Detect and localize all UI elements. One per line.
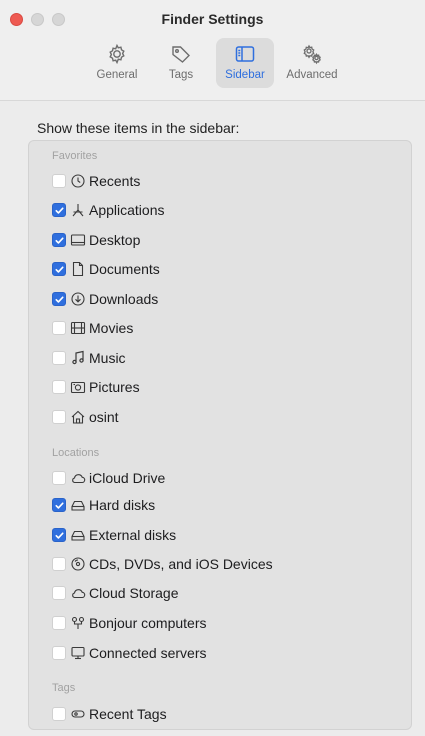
checkbox[interactable] [52, 321, 66, 335]
hard-disk-icon [70, 497, 86, 513]
sidebar-item-applications[interactable]: Applications [52, 199, 165, 221]
sidebar-item-label: Movies [89, 320, 134, 336]
sidebar-item-bonjour-computers[interactable]: Bonjour computers [52, 612, 207, 634]
sidebar-item-label: Downloads [89, 291, 159, 307]
gears-icon [303, 44, 321, 65]
tab-sidebar[interactable]: Sidebar [216, 38, 274, 88]
sidebar-icon [235, 46, 255, 62]
sidebar-item-label: CDs, DVDs, and iOS Devices [89, 556, 273, 572]
sidebar-item-movies[interactable]: Movies [52, 317, 133, 339]
checkbox[interactable] [52, 471, 66, 485]
sidebar-item-label: Recents [89, 173, 141, 189]
sidebar-item-connected-servers[interactable]: Connected servers [52, 642, 207, 664]
checkbox[interactable] [52, 203, 66, 217]
sidebar-item-recent-tags[interactable]: Recent Tags [52, 703, 167, 725]
settings-toolbar: General Tags Sidebar Advanced [88, 38, 344, 88]
checkbox[interactable] [52, 351, 66, 365]
download-icon [70, 291, 86, 307]
tab-tags[interactable]: Tags [152, 38, 210, 88]
section-tags-title: Tags [52, 682, 76, 694]
tab-advanced[interactable]: Advanced [280, 38, 344, 88]
desktop-icon [70, 232, 86, 248]
checkbox[interactable] [52, 616, 66, 630]
checkbox[interactable] [52, 528, 66, 542]
sidebar-item-label: Cloud Storage [89, 585, 179, 601]
sidebar-item-label: Pictures [89, 379, 140, 395]
checkbox[interactable] [52, 292, 66, 306]
sidebar-item-label: Applications [89, 202, 165, 218]
sidebar-item-icloud-drive[interactable]: iCloud Drive [52, 467, 165, 489]
sidebar-item-label: External disks [89, 527, 177, 543]
sidebar-item-label: Hard disks [89, 497, 156, 513]
sidebar-items-heading: Show these items in the sidebar: [37, 120, 240, 136]
server-icon [70, 645, 86, 661]
sidebar-item-label: Desktop [89, 232, 141, 248]
film-icon [70, 320, 86, 336]
checkbox[interactable] [52, 262, 66, 276]
music-note-icon [70, 350, 86, 366]
sidebar-item-cds-dvds[interactable]: CDs, DVDs, and iOS Devices [52, 553, 273, 575]
sidebar-item-desktop[interactable]: Desktop [52, 229, 140, 251]
checkbox[interactable] [52, 707, 66, 721]
window-title: Finder Settings [161, 11, 264, 27]
window-titlebar: Finder Settings General Tags Sidebar Adv… [0, 0, 425, 101]
sidebar-item-cloud-storage[interactable]: Cloud Storage [52, 582, 179, 604]
sidebar-item-hard-disks[interactable]: Hard disks [52, 494, 155, 516]
sidebar-item-label: iCloud Drive [89, 470, 166, 486]
sidebar-item-music[interactable]: Music [52, 347, 126, 369]
checkbox[interactable] [52, 380, 66, 394]
bonjour-icon [70, 615, 86, 631]
cloud-icon [70, 470, 86, 486]
cloud-icon [70, 585, 86, 601]
section-locations-title: Locations [52, 447, 100, 459]
tab-label: General [96, 69, 138, 81]
home-icon [70, 409, 86, 425]
disc-icon [70, 556, 86, 572]
tags-icon [70, 706, 86, 722]
gear-icon [109, 43, 125, 65]
sidebar-item-label: Music [89, 350, 126, 366]
tag-icon [172, 46, 190, 63]
external-disk-icon [70, 527, 86, 543]
sidebar-item-label: Bonjour computers [89, 615, 207, 631]
document-icon [70, 261, 86, 277]
checkbox[interactable] [52, 498, 66, 512]
sidebar-item-label: osint [89, 409, 119, 425]
checkbox[interactable] [52, 233, 66, 247]
sidebar-item-external-disks[interactable]: External disks [52, 524, 176, 546]
sidebar-item-downloads[interactable]: Downloads [52, 288, 158, 310]
camera-icon [70, 379, 86, 395]
tab-label: Tags [168, 69, 194, 81]
sidebar-item-osint[interactable]: osint [52, 406, 119, 428]
clock-icon [70, 173, 86, 189]
tab-label: Sidebar [225, 69, 265, 81]
sidebar-item-label: Documents [89, 261, 160, 277]
checkbox[interactable] [52, 646, 66, 660]
checkbox[interactable] [52, 410, 66, 424]
checkbox[interactable] [52, 557, 66, 571]
tab-label: Advanced [286, 69, 338, 81]
checkbox[interactable] [52, 586, 66, 600]
sidebar-item-recents[interactable]: Recents [52, 170, 140, 192]
sidebar-item-pictures[interactable]: Pictures [52, 376, 140, 398]
checkbox[interactable] [52, 174, 66, 188]
sidebar-item-documents[interactable]: Documents [52, 258, 160, 280]
tab-general[interactable]: General [88, 38, 146, 88]
sidebar-item-label: Connected servers [89, 645, 207, 661]
applications-icon [70, 202, 86, 218]
section-favorites-title: Favorites [52, 150, 98, 162]
sidebar-item-label: Recent Tags [89, 706, 167, 722]
